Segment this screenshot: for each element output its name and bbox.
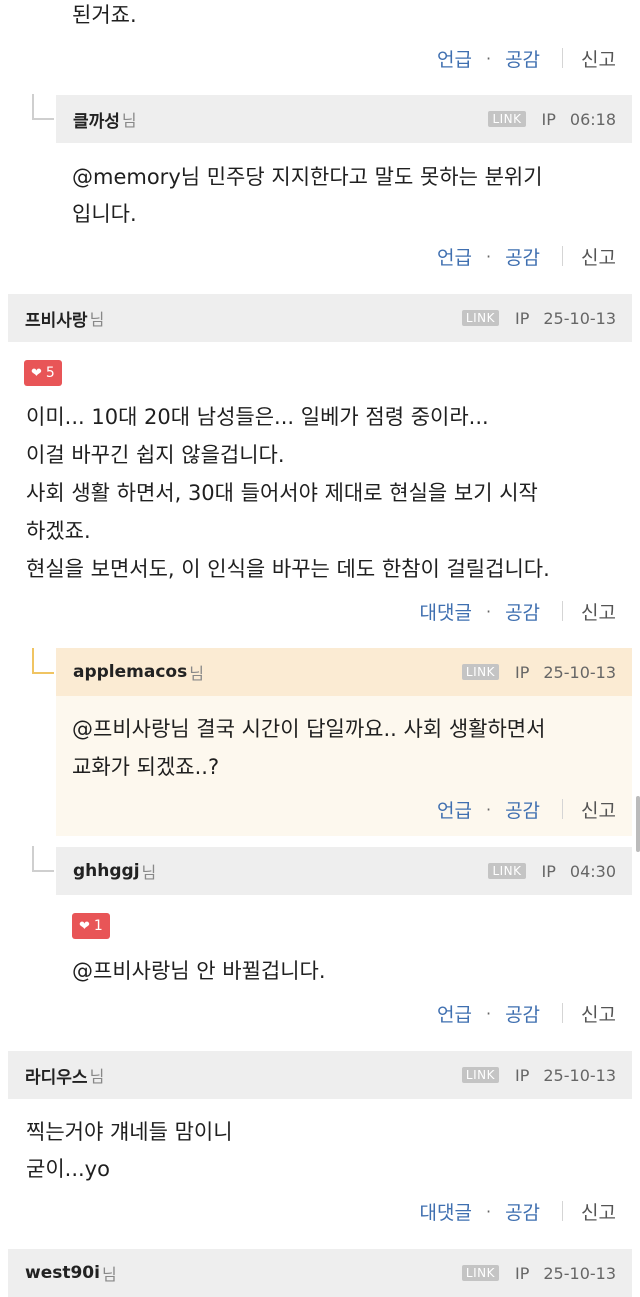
comment-header: applemacos 님 LINK IP 25-10-13 [56, 648, 632, 696]
comment-text-line: 사회 생활 하면서, 30대 들어서야 제대로 현실을 보기 시작 [26, 481, 538, 505]
comment-text-line: 현실을 보면서도, 이 인식을 바꾸는 데도 한참이 걸릴겁니다. [26, 557, 550, 581]
report-button[interactable]: 신고 [581, 1198, 616, 1225]
mention-button[interactable]: 언급 [437, 796, 472, 823]
comment-text-line: 교화가 되겠죠..? [72, 755, 220, 779]
author-suffix: 님 [89, 310, 105, 329]
divider [562, 246, 564, 266]
reply-button[interactable]: 대댓글 [420, 1198, 472, 1225]
ip-label: IP [515, 308, 530, 328]
like-count-badge: ❤ 1 [72, 913, 110, 939]
like-button[interactable]: 공감 [505, 1198, 540, 1225]
comment-author[interactable]: west90i [25, 1263, 100, 1283]
link-badge[interactable]: LINK [461, 1265, 499, 1281]
divider [562, 1003, 564, 1023]
comment-author[interactable]: 클까성 [73, 107, 120, 132]
ip-label: IP [515, 662, 530, 682]
divider [562, 601, 564, 621]
dot-separator: · [485, 799, 492, 819]
link-badge[interactable]: LINK [461, 664, 499, 680]
comment-meta: LINK IP 25-10-13 [461, 662, 616, 682]
link-badge[interactable]: LINK [488, 863, 526, 879]
like-button[interactable]: 공감 [505, 243, 540, 270]
comment-author[interactable]: applemacos [73, 662, 187, 682]
report-button[interactable]: 신고 [581, 243, 616, 270]
report-button[interactable]: 신고 [581, 796, 616, 823]
author-suffix: 님 [189, 664, 204, 683]
comment-text-line: 된거죠. [72, 3, 137, 27]
comment-text-line: @memory님 민주당 지지한다고 말도 못하는 분위기 [72, 165, 543, 189]
dot-separator: · [485, 246, 492, 266]
comment-time: 25-10-13 [543, 662, 616, 682]
reply-button[interactable]: 대댓글 [420, 598, 472, 625]
author-suffix: 님 [89, 1067, 105, 1086]
report-button[interactable]: 신고 [581, 598, 616, 625]
heart-icon: ❤ [31, 365, 42, 381]
comment-text-line: 찍는거야 걔네들 맘이니 [26, 1120, 233, 1144]
comment-text-line: @프비사랑님 안 바뀔겁니다. [72, 959, 326, 983]
heart-icon: ❤ [79, 918, 90, 934]
comment-text-line: 굳이...yo [26, 1157, 110, 1181]
ip-label: IP [541, 109, 556, 129]
comment-header: 라디우스 님 LINK IP 25-10-13 [8, 1051, 632, 1099]
author-suffix: 님 [141, 863, 157, 882]
scrollbar-thumb[interactable] [636, 796, 640, 852]
comment-actions: 언급 · 공감 신고 [437, 794, 616, 824]
comment-author[interactable]: 프비사랑 [25, 306, 88, 331]
like-button[interactable]: 공감 [505, 1000, 540, 1027]
comment-text-line: 이걸 바꾸긴 쉽지 않을겁니다. [26, 443, 285, 467]
reply-connector [32, 94, 54, 120]
comment-text-line: 하겠죠. [26, 519, 91, 543]
like-button[interactable]: 공감 [505, 598, 540, 625]
comment-actions: 대댓글 · 공감 신고 [420, 596, 616, 626]
link-badge[interactable]: LINK [461, 1067, 499, 1083]
comment-header: 클까성 님 LINK IP 06:18 [56, 95, 632, 143]
comment-header: ghhggj 님 LINK IP 04:30 [56, 847, 632, 895]
comment-actions: 언급 · 공감 신고 [437, 241, 616, 271]
reply-connector [32, 846, 54, 872]
comment-author[interactable]: 라디우스 [25, 1063, 88, 1088]
like-count-badge: ❤ 5 [24, 360, 62, 386]
mention-button[interactable]: 언급 [437, 1000, 472, 1027]
comment-meta: LINK IP 25-10-13 [461, 308, 616, 328]
comment-meta: LINK IP 06:18 [488, 110, 616, 129]
comment-time: 04:30 [569, 861, 616, 881]
like-count: 5 [45, 365, 55, 381]
comment-meta: LINK IP 25-10-13 [461, 1065, 616, 1085]
like-button[interactable]: 공감 [505, 796, 540, 823]
reply-connector [32, 648, 54, 674]
comment-author[interactable]: ghhggj [73, 861, 140, 881]
mention-button[interactable]: 언급 [437, 45, 472, 72]
divider [562, 1201, 564, 1221]
link-badge[interactable]: LINK [488, 111, 526, 127]
comment-header: 프비사랑 님 LINK IP 25-10-13 [8, 294, 632, 342]
comment-actions: 언급 · 공감 신고 [437, 998, 616, 1028]
comment-text-line: @프비사랑님 결국 시간이 답일까요.. 사회 생활하면서 [72, 717, 546, 741]
comment-time: 06:18 [569, 109, 616, 129]
dot-separator: · [485, 601, 492, 621]
comment-header: west90i 님 LINK IP 25-10-13 [8, 1249, 632, 1297]
divider [562, 48, 564, 68]
report-button[interactable]: 신고 [581, 1000, 616, 1027]
link-badge[interactable]: LINK [461, 310, 499, 326]
dot-separator: · [485, 1003, 492, 1023]
comment-text-line: 입니다. [72, 202, 137, 226]
like-count: 1 [93, 918, 103, 934]
ip-label: IP [515, 1065, 530, 1085]
comment-actions: 언급 · 공감 신고 [437, 43, 616, 73]
dot-separator: · [485, 1201, 492, 1221]
comment-time: 25-10-13 [543, 1065, 616, 1085]
comment-actions: 대댓글 · 공감 신고 [420, 1196, 616, 1226]
ip-label: IP [541, 861, 556, 881]
comment-meta: LINK IP 04:30 [488, 862, 616, 881]
comment-time: 25-10-13 [543, 308, 616, 328]
author-suffix: 님 [121, 111, 137, 130]
like-button[interactable]: 공감 [505, 45, 540, 72]
comment-text-line: 이미... 10대 20대 남성들은... 일베가 점령 중이라... [26, 405, 489, 429]
author-suffix: 님 [101, 1265, 117, 1284]
mention-button[interactable]: 언급 [437, 243, 472, 270]
dot-separator: · [485, 48, 492, 68]
divider [562, 799, 564, 819]
report-button[interactable]: 신고 [581, 45, 616, 72]
